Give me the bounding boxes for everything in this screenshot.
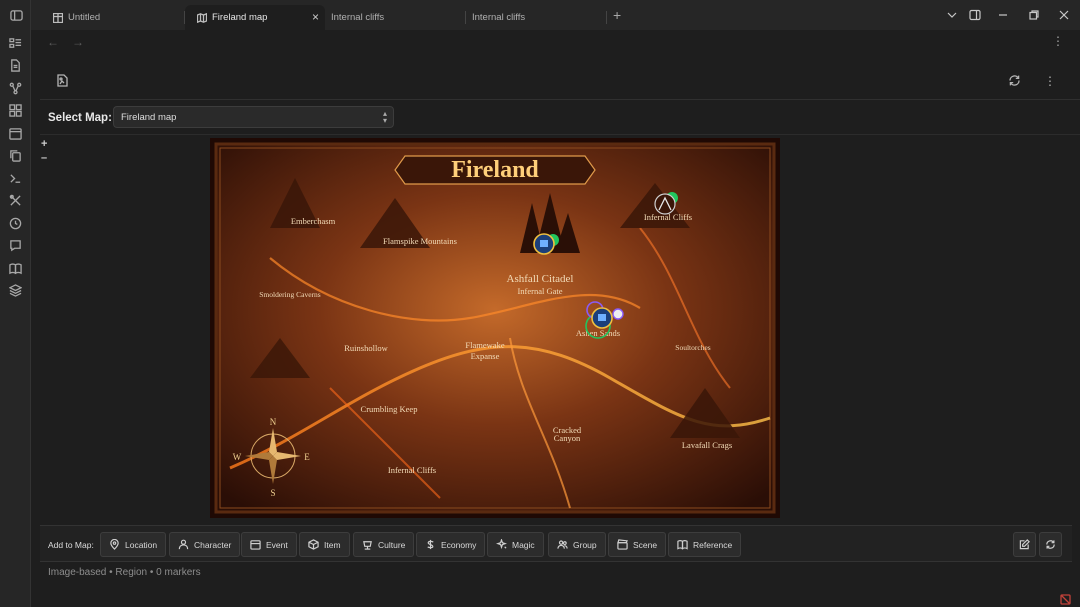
select-map-label: Select Map: [48,112,112,124]
new-tab-button[interactable]: + [613,7,621,23]
edit-icon [1019,539,1030,550]
map-label: Soultorches [675,343,710,352]
chevron-down-icon[interactable] [946,8,958,20]
close-window-icon[interactable] [1058,8,1070,20]
forward-arrow-icon[interactable]: → [72,35,84,49]
edit-map-button[interactable] [1013,532,1036,557]
tab-fireland-map[interactable]: Fireland map × [185,5,325,30]
sparkle-icon [496,539,507,550]
zoom-in-button[interactable]: + [41,138,47,150]
table-icon [52,12,64,23]
left-ribbon [0,0,31,607]
map-label: Flamspike Mountains [383,236,457,246]
tab-label: Internal cliffs [472,12,526,23]
add-location-button[interactable]: Location [100,532,167,557]
svg-text:W: W [233,452,242,462]
map-label: Crumbling Keep [361,404,418,414]
svg-text:E: E [304,452,310,462]
calendar-icon [250,540,261,550]
svg-text:N: N [270,417,277,427]
fireland-map-image[interactable]: Fireland Emberchasm Flamspike Mountains … [210,138,780,518]
map-label: Smoldering Caverns [259,290,321,299]
history-icon[interactable] [8,216,22,230]
person-icon [178,539,189,550]
nav-row: ← → ⋮ [31,30,1080,54]
dashboard-icon[interactable] [8,36,22,50]
tab-label: Fireland map [212,12,268,23]
add-to-map-label: Add to Map: [48,540,94,550]
close-icon[interactable]: × [312,11,319,23]
minimize-icon[interactable] [997,8,1009,20]
tab-label: Untitled [68,12,101,23]
sync-error-icon[interactable] [1060,592,1071,605]
add-group-button[interactable]: Group [548,532,606,557]
dollar-icon [427,539,434,550]
book-icon [677,540,688,550]
map-label: Ashen Sands [576,328,620,338]
tab-label: Internal cliffs [331,12,385,23]
map-canvas[interactable]: + – Fireland Emberchasm Flamspike Mounta… [40,136,1072,525]
tab-internal-cliffs-2[interactable]: Internal cliffs [466,5,607,30]
tab-internal-cliffs-1[interactable]: Internal cliffs [325,5,466,30]
add-item-button[interactable]: Item [299,532,350,557]
add-character-button[interactable]: Character [169,532,241,557]
grid-icon[interactable] [8,103,22,117]
book-icon[interactable] [8,261,22,275]
layers-icon[interactable] [8,283,22,297]
sidebar-right-icon[interactable] [969,8,981,21]
view-more-icon[interactable]: ⋮ [1044,74,1058,88]
tab-untitled[interactable]: Untitled [41,5,185,30]
add-to-map-toolbar: Add to Map: Location Character Event Ite… [40,525,1072,562]
clapper-icon [617,539,628,550]
add-magic-button[interactable]: Magic [487,532,544,557]
map-select-value: Fireland map [121,112,177,123]
calendar-icon[interactable] [8,126,22,140]
updown-icon: ▴ ▾ [382,109,387,125]
refresh-icon[interactable] [1008,74,1022,88]
map-label: Infernal Gate [517,286,562,296]
add-scene-button[interactable]: Scene [608,532,667,557]
map-label: Ruinshollow [344,343,388,353]
map-status-text: Image-based • Region • 0 markers [48,567,201,578]
map-title: Fireland [451,157,539,183]
view-header: ⋮ [40,64,1080,100]
refresh-icon [1046,540,1055,549]
select-map-row: Select Map: Fireland map ▴ ▾ [40,101,1080,135]
terminal-icon[interactable] [8,171,22,185]
map-label: Lavafall Crags [682,440,732,450]
more-options-icon[interactable]: ⋮ [1052,34,1064,48]
graph-icon[interactable] [8,81,22,95]
map-select-dropdown[interactable]: Fireland map ▴ ▾ [113,106,394,128]
add-economy-button[interactable]: Economy [416,532,486,557]
map-label: Expanse [471,351,500,361]
app-window: Untitled Fireland map × Internal cliffs … [0,0,1080,607]
chat-icon[interactable] [8,238,22,252]
back-arrow-icon[interactable]: ← [47,35,59,49]
sidebar-toggle-icon[interactable] [9,8,23,22]
svg-text:S: S [270,488,275,498]
culture-icon [363,541,372,550]
group-icon [557,540,568,549]
tools-icon[interactable] [8,193,22,207]
map-icon [196,12,208,23]
pin-icon [110,539,119,550]
tab-bar: Untitled Fireland map × Internal cliffs … [31,0,1080,30]
map-label: Flamewake [465,340,504,350]
cube-icon [308,539,319,550]
add-event-button[interactable]: Event [241,532,297,557]
add-reference-button[interactable]: Reference [668,532,742,557]
image-edit-icon[interactable] [56,74,69,87]
refresh-map-button[interactable] [1039,532,1062,557]
map-label: Canyon [554,433,581,443]
restore-icon[interactable] [1028,8,1040,20]
map-label: Emberchasm [291,216,336,226]
file-icon[interactable] [8,58,22,72]
zoom-out-button[interactable]: – [41,152,47,164]
map-label: Ashfall Citadel [507,273,574,285]
map-label: Infernal Cliffs [388,465,436,475]
add-culture-button[interactable]: Culture [353,532,415,557]
copy-icon[interactable] [8,148,22,162]
